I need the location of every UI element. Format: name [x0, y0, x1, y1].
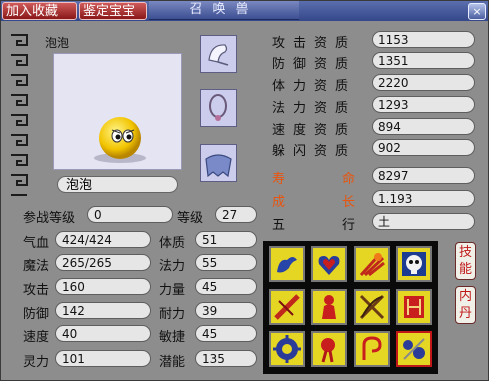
attr-value: 51: [195, 231, 257, 248]
lava-figure-icon: [322, 295, 336, 319]
pet-header-name: 泡泡: [45, 36, 70, 50]
skill-grid: [263, 241, 438, 374]
close-button[interactable]: ×: [468, 3, 486, 20]
meander-ornament: [11, 34, 28, 196]
attr-value: 45: [195, 325, 257, 342]
lifespan-label-b: 命: [342, 172, 356, 187]
stat-label: 攻击: [23, 283, 50, 298]
heart-shield-icon: [318, 256, 340, 275]
skill-slot[interactable]: [269, 289, 305, 325]
attr-value: 135: [195, 350, 257, 367]
aptitude-label: 防御资质: [272, 57, 357, 72]
aptitude-value: 2220: [372, 74, 475, 91]
stat-value: 265/265: [55, 254, 151, 271]
stat-label: 气血: [23, 236, 50, 251]
attr-label: 体质: [159, 236, 186, 251]
growth-label-b: 长: [342, 195, 356, 210]
stat-label: 魔法: [23, 259, 50, 274]
ghost-skull-icon: [402, 252, 426, 276]
armor-icon: [205, 154, 232, 178]
battle-level-label: 参战等级: [23, 211, 76, 226]
window-title: 召唤兽: [149, 1, 299, 20]
attr-label: 潜能: [159, 355, 186, 370]
helmet-icon: [208, 44, 229, 66]
attr-label: 力量: [159, 283, 186, 298]
level-value: 27: [215, 206, 257, 223]
stat-label: 防御: [23, 307, 50, 322]
skills-tab-button[interactable]: 技能: [455, 242, 476, 280]
element-label-a: 五: [272, 218, 286, 233]
stat-label: 灵力: [23, 355, 50, 370]
aptitude-label: 攻击资质: [272, 36, 357, 51]
skill-slot[interactable]: [354, 246, 390, 282]
skill-slot[interactable]: [269, 331, 305, 367]
battle-level-value: 0: [87, 206, 173, 223]
aptitude-value: 1153: [372, 31, 475, 48]
stat-value: 101: [55, 350, 151, 367]
stat-value: 40: [55, 325, 151, 342]
element-label-b: 行: [342, 218, 356, 233]
skill-slot-selected[interactable]: [396, 331, 432, 367]
lifespan-value: 8297: [372, 167, 475, 184]
add-favorite-button[interactable]: 加入收藏: [2, 2, 77, 20]
stat-label: 速度: [23, 330, 50, 345]
crossed-blades-icon: [359, 294, 385, 320]
equip-slot-helmet[interactable]: [200, 35, 237, 73]
aptitude-value: 902: [372, 139, 475, 156]
red-strike-icon: [404, 296, 424, 318]
pet-name-field[interactable]: 泡泡: [57, 176, 178, 193]
attr-label: 敏捷: [159, 330, 186, 345]
aptitude-label: 体力资质: [272, 79, 357, 94]
inner-core-tab-button[interactable]: 内丹: [455, 286, 476, 324]
lifespan-label-a: 寿: [272, 172, 286, 187]
magic-hand-icon: [321, 338, 335, 363]
growth-value: 1.193: [372, 190, 475, 207]
necklace-icon: [209, 94, 227, 121]
attr-value: 45: [195, 278, 257, 295]
equip-slot-armor[interactable]: [200, 144, 237, 182]
attr-value: 55: [195, 254, 257, 271]
stat-value: 142: [55, 302, 151, 319]
yellow-blob-pet-image: [94, 117, 146, 163]
crystal-stones-icon: [403, 338, 425, 360]
sword-slash-icon: [274, 294, 300, 320]
strength-arm-icon: [277, 257, 297, 273]
aptitude-value: 894: [372, 118, 475, 135]
skill-slot[interactable]: [311, 289, 347, 325]
pet-portrait: [53, 53, 182, 170]
pet-window: 加入收藏 鉴定宝宝 召唤兽 × 泡泡 泡泡 攻击资质 1153 防御资质 135…: [0, 0, 489, 381]
aptitude-value: 1293: [372, 96, 475, 113]
stat-value: 160: [55, 278, 151, 295]
aptitude-label: 躲闪资质: [272, 144, 357, 159]
skill-slot[interactable]: [311, 246, 347, 282]
aptitude-value: 1351: [372, 52, 475, 69]
skill-slot[interactable]: [269, 246, 305, 282]
skill-slot[interactable]: [354, 289, 390, 325]
appraise-pet-button[interactable]: 鉴定宝宝: [79, 2, 147, 20]
skill-slot[interactable]: [396, 289, 432, 325]
aptitude-label: 速度资质: [272, 123, 357, 138]
skill-slot[interactable]: [396, 246, 432, 282]
gear-orb-icon: [273, 335, 301, 363]
fire-claw-icon: [359, 252, 385, 277]
aptitude-label: 法力资质: [272, 101, 357, 116]
attr-value: 39: [195, 302, 257, 319]
skill-slot[interactable]: [311, 331, 347, 367]
recall-arrow-icon: [362, 336, 382, 360]
growth-label-a: 成: [272, 195, 286, 210]
title-bar: 加入收藏 鉴定宝宝 召唤兽 ×: [1, 1, 488, 21]
level-label: 等级: [177, 211, 204, 226]
equip-slot-necklace[interactable]: [200, 89, 237, 127]
attr-label: 耐力: [159, 307, 186, 322]
stat-value: 424/424: [55, 231, 151, 248]
attr-label: 法力: [159, 259, 186, 274]
skill-slot[interactable]: [354, 331, 390, 367]
element-value: 土: [372, 213, 475, 230]
